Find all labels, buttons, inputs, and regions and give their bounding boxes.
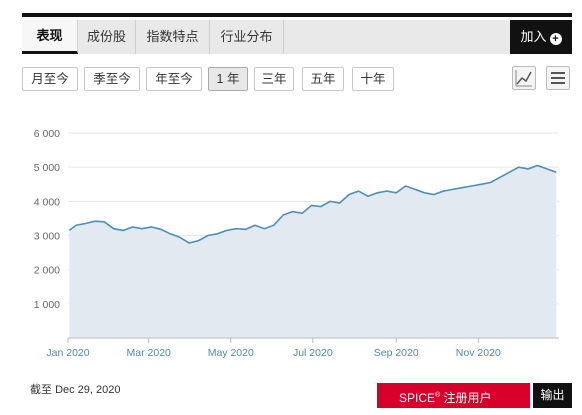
- spice-brand: SPICE: [399, 391, 436, 405]
- tab-constituents[interactable]: 成份股: [78, 20, 136, 54]
- top-rule: [22, 13, 572, 17]
- x-tick-label: Jan 2020: [46, 347, 89, 359]
- x-tick-label: Jul 2020: [293, 347, 333, 359]
- x-tick-label: Sep 2020: [374, 347, 419, 359]
- plus-circle-icon: +: [549, 33, 562, 45]
- tab-bar: 表现 成份股 指数特点 行业分布 加入 +: [22, 20, 572, 54]
- y-tick-label: 5 000: [34, 162, 60, 174]
- performance-chart: 1 000 2 000 3 000 4 000 5 000 6 000 Jan 2020 Ma…: [22, 116, 572, 366]
- range-qtd[interactable]: 季至今: [84, 67, 140, 91]
- spice-label: 注册用户: [443, 391, 492, 405]
- x-tick-label: Nov 2020: [456, 347, 501, 359]
- range-3y[interactable]: 三年: [254, 67, 294, 91]
- menu-icon[interactable]: [546, 66, 570, 90]
- tab-sectors[interactable]: 行业分布: [210, 20, 284, 54]
- as-of-date: 截至 Dec 29, 2020: [30, 381, 121, 397]
- range-10y[interactable]: 十年: [352, 67, 394, 91]
- y-tick-label: 1 000: [34, 299, 60, 311]
- y-tick-label: 3 000: [34, 231, 60, 243]
- export-button[interactable]: 输出: [533, 383, 572, 408]
- tab-characteristics[interactable]: 指数特点: [136, 20, 210, 54]
- tab-performance[interactable]: 表现: [22, 20, 78, 54]
- x-tick-label: May 2020: [208, 347, 254, 359]
- registered-mark: ®: [435, 392, 441, 399]
- y-tick-label: 2 000: [34, 265, 60, 277]
- spice-register-button[interactable]: SPICE® 注册用户: [377, 383, 530, 408]
- range-5y[interactable]: 五年: [302, 67, 344, 91]
- line-chart-icon[interactable]: [512, 66, 536, 90]
- add-button[interactable]: 加入 +: [510, 20, 572, 54]
- range-mtd[interactable]: 月至今: [22, 67, 78, 91]
- y-tick-label: 4 000: [34, 196, 60, 208]
- as-of-value: Dec 29, 2020: [55, 384, 121, 396]
- chart-svg: 1 000 2 000 3 000 4 000 5 000 6 000 Jan 2020 Ma…: [34, 128, 559, 359]
- range-ytd[interactable]: 年至今: [146, 67, 202, 91]
- area-fill: [69, 165, 557, 338]
- range-1y[interactable]: 1 年: [208, 67, 248, 91]
- add-button-label: 加入: [520, 29, 547, 44]
- y-tick-label: 6 000: [34, 128, 60, 140]
- x-tick-label: Mar 2020: [127, 347, 172, 359]
- as-of-label: 截至: [30, 384, 52, 396]
